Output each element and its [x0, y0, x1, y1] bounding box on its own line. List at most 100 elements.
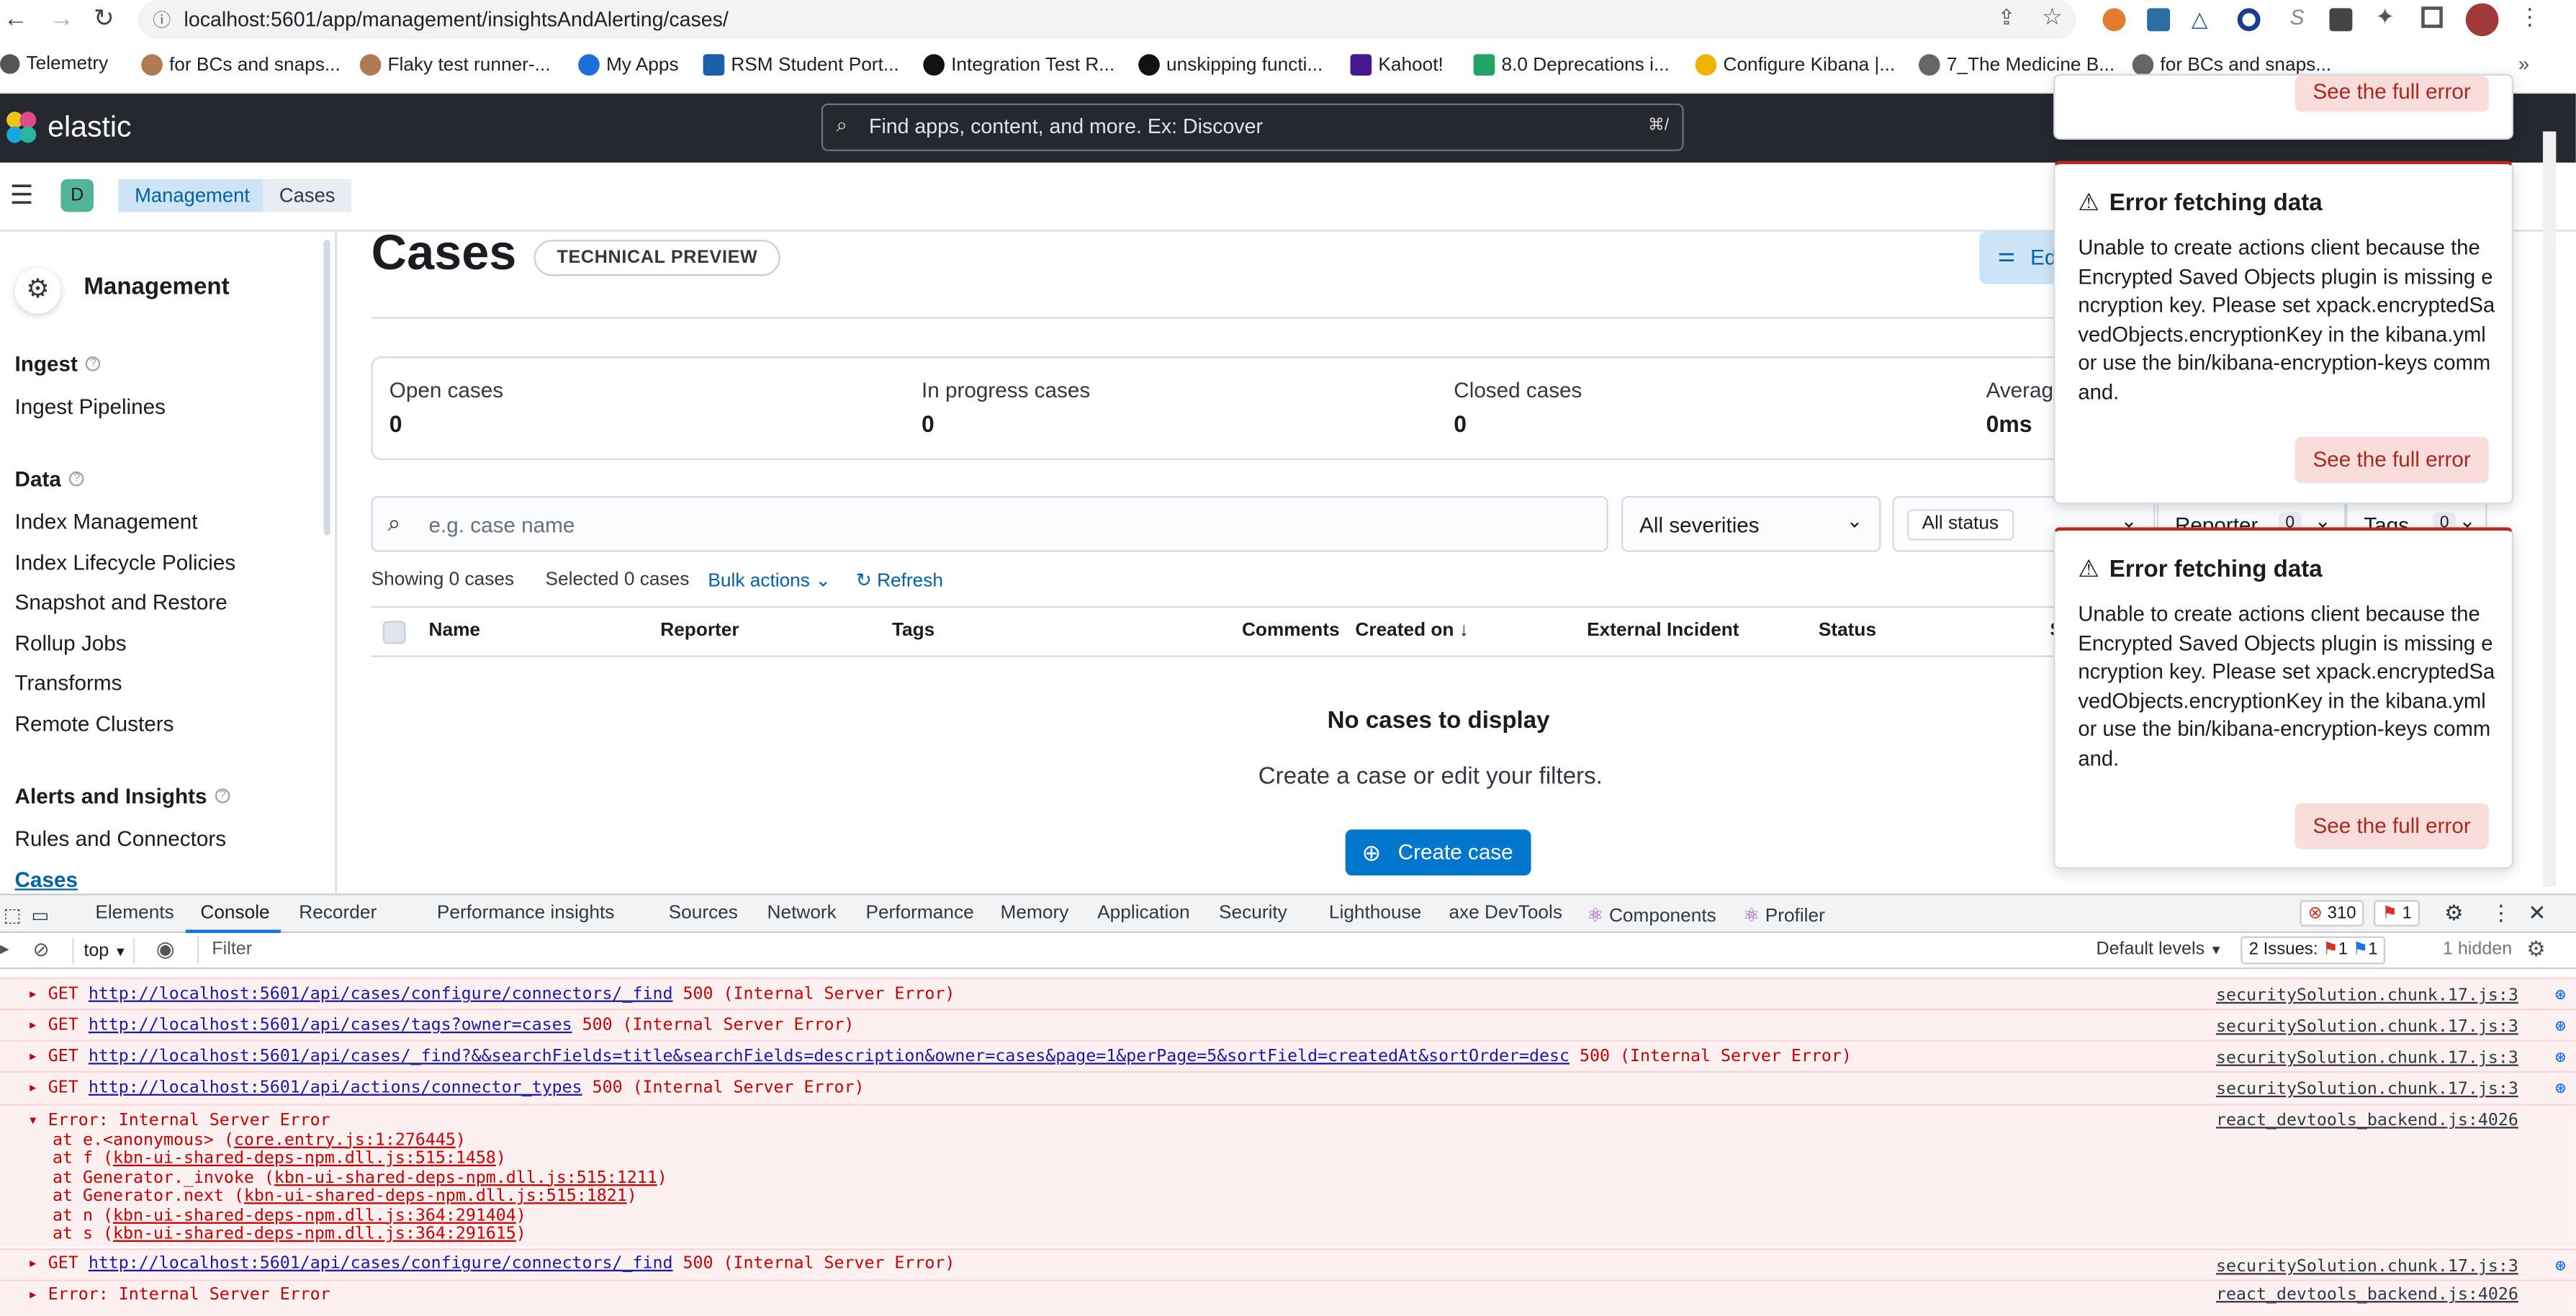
- stack-frame-link[interactable]: kbn-ui-shared-deps-npm.dll.js:364:291615: [113, 1225, 516, 1243]
- tab-elements[interactable]: Elements: [95, 903, 174, 923]
- sidebar-item-cases[interactable]: Cases: [15, 867, 78, 892]
- sidebar-item-index-management[interactable]: Index Management: [15, 509, 198, 533]
- info-icon[interactable]: ⓘ: [153, 6, 171, 33]
- sidebar-scrollbar[interactable]: [323, 240, 330, 536]
- sidebar-item-remote-clusters[interactable]: Remote Clusters: [15, 711, 174, 736]
- select-all-checkbox[interactable]: [382, 621, 406, 644]
- sidebar-item-ingest-pipelines[interactable]: Ingest Pipelines: [15, 395, 166, 419]
- devtools-extension-icon[interactable]: [2329, 8, 2353, 32]
- console-settings-gear-icon[interactable]: ⚙: [2526, 937, 2546, 963]
- help-icon[interactable]: ?: [86, 356, 101, 371]
- column-status[interactable]: Status: [1819, 621, 1876, 640]
- page-scrollbar[interactable]: [2543, 131, 2557, 888]
- network-icon[interactable]: ⊛: [2555, 1015, 2566, 1037]
- device-toggle-icon[interactable]: ▭: [31, 903, 49, 926]
- source-link[interactable]: securitySolution.chunk.17.js:3: [2216, 987, 2518, 1005]
- triangle-extension-icon[interactable]: △: [2192, 6, 2208, 33]
- console-log-row[interactable]: ▸ GET http://localhost:5601/api/cases/co…: [0, 1248, 2576, 1280]
- forward-icon[interactable]: →: [49, 5, 73, 33]
- console-log-row[interactable]: ▸ GET http://localhost:5601/api/actions/…: [0, 1071, 2576, 1104]
- column-name[interactable]: Name: [429, 621, 480, 640]
- tab-network[interactable]: Network: [767, 903, 837, 923]
- sidebar-item-snapshot-and-restore[interactable]: Snapshot and Restore: [15, 590, 228, 614]
- elastic-logo-icon[interactable]: [4, 110, 40, 146]
- column-external-incident[interactable]: External Incident: [1587, 621, 1739, 640]
- bookmark-item[interactable]: RSM Student Port...: [703, 54, 899, 76]
- tab-console[interactable]: Console: [200, 903, 269, 923]
- address-bar[interactable]: ⓘ localhost:5601/app/management/insights…: [138, 0, 2077, 40]
- tab-recorder[interactable]: Recorder: [299, 903, 377, 923]
- request-url-link[interactable]: http://localhost:5601/api/cases/configur…: [89, 1255, 673, 1273]
- circle-extension-icon[interactable]: [2237, 8, 2261, 32]
- breadcrumb-management[interactable]: Management: [118, 179, 266, 212]
- bookmarks-overflow-icon[interactable]: »: [2518, 53, 2529, 76]
- console-error-stack[interactable]: ▾ Error: Internal Server Error react_dev…: [0, 1104, 2576, 1247]
- bookmark-item[interactable]: unskipping functi...: [1138, 54, 1323, 76]
- bookmark-item[interactable]: Configure Kibana |...: [1695, 54, 1895, 76]
- bookmark-item[interactable]: Integration Test R...: [923, 54, 1114, 76]
- puzzle-icon[interactable]: ✦: [2375, 4, 2395, 32]
- share-icon[interactable]: ⇪: [1998, 5, 2016, 32]
- network-icon[interactable]: ⊛: [2555, 1078, 2566, 1099]
- request-url-link[interactable]: http://localhost:5601/api/cases/configur…: [89, 986, 673, 1004]
- column-created-on[interactable]: Created on ↓: [1355, 621, 1469, 640]
- console-log-row[interactable]: ▸ GET http://localhost:5601/api/cases/ta…: [0, 1008, 2576, 1040]
- console-error-row[interactable]: ▸ Error: Internal Server Error react_dev…: [0, 1279, 2576, 1316]
- s-extension-icon[interactable]: S: [2290, 5, 2305, 30]
- bookmark-item[interactable]: 8.0 Deprecations i...: [1473, 54, 1670, 76]
- bookmark-item[interactable]: Flaky test runner-...: [359, 54, 551, 76]
- console-log-row[interactable]: ▸ GET http://localhost:5601/api/cases/co…: [0, 977, 2576, 1009]
- source-link[interactable]: securitySolution.chunk.17.js:3: [2216, 1081, 2518, 1099]
- bookmark-item[interactable]: Telemetry: [0, 54, 108, 74]
- sidebar-item-rules-and-connectors[interactable]: Rules and Connectors: [15, 826, 227, 851]
- see-full-error-button[interactable]: See the full error: [2294, 803, 2489, 849]
- tab-lighthouse[interactable]: Lighthouse: [1329, 903, 1421, 923]
- source-link[interactable]: securitySolution.chunk.17.js:3: [2216, 1019, 2518, 1037]
- stack-frame-link[interactable]: kbn-ui-shared-deps-npm.dll.js:515:1821: [244, 1188, 627, 1206]
- profile-avatar[interactable]: [2465, 3, 2499, 37]
- bookmark-item[interactable]: for BCs and snaps...: [2132, 54, 2331, 76]
- error-counter[interactable]: ⊗ 310: [2300, 900, 2364, 927]
- request-url-link[interactable]: http://localhost:5601/api/actions/connec…: [89, 1079, 582, 1097]
- react-extension-icon[interactable]: [2147, 8, 2171, 32]
- bookmark-item[interactable]: 7_The Medicine B...: [1919, 54, 2115, 76]
- severity-filter-select[interactable]: All severities ⌄: [1621, 496, 1881, 552]
- column-reporter[interactable]: Reporter: [660, 621, 739, 640]
- source-link[interactable]: securitySolution.chunk.17.js:3: [2216, 1050, 2518, 1068]
- sidepanel-icon[interactable]: [2421, 6, 2443, 28]
- network-icon[interactable]: ⊛: [2555, 1046, 2566, 1068]
- devtools-menu-icon[interactable]: ⋮: [2490, 900, 2512, 927]
- reload-icon[interactable]: ↻: [94, 4, 114, 33]
- stack-frame-link[interactable]: core.entry.js:1:276445: [234, 1131, 456, 1149]
- request-url-link[interactable]: http://localhost:5601/api/cases/tags?own…: [89, 1017, 572, 1035]
- tab-sources[interactable]: Sources: [669, 903, 738, 923]
- tab-profiler[interactable]: ⚛ Profiler: [1743, 903, 1825, 926]
- tab-application[interactable]: Application: [1097, 903, 1189, 923]
- tab-performance-insights[interactable]: Performance insights: [437, 903, 614, 923]
- bookmark-item[interactable]: Kahoot!: [1350, 54, 1444, 76]
- request-url-link[interactable]: http://localhost:5601/api/cases/_find?&&…: [89, 1048, 1570, 1066]
- tab-security[interactable]: Security: [1219, 903, 1287, 923]
- inspect-icon[interactable]: ⬚: [4, 903, 22, 926]
- sidebar-toggle-icon[interactable]: ▸: [0, 938, 9, 959]
- stack-frame-link[interactable]: kbn-ui-shared-deps-npm.dll.js:364:291404: [113, 1207, 516, 1225]
- log-levels-dropdown[interactable]: Default levels ▼: [2096, 939, 2223, 959]
- kebab-menu-icon[interactable]: ⋮: [2518, 4, 2541, 32]
- source-link[interactable]: securitySolution.chunk.17.js:3: [2216, 1258, 2518, 1276]
- sidebar-item-rollup-jobs[interactable]: Rollup Jobs: [15, 631, 127, 655]
- star-icon[interactable]: ☆: [2042, 4, 2063, 32]
- eye-icon[interactable]: ◉: [156, 937, 175, 963]
- see-full-error-button[interactable]: See the full error: [2294, 436, 2489, 483]
- tab-components[interactable]: ⚛ Components: [1587, 903, 1716, 926]
- bookmark-item[interactable]: for BCs and snaps...: [141, 54, 341, 76]
- refresh-button[interactable]: ↻ Refresh: [856, 568, 943, 591]
- tab-axe-devtools[interactable]: axe DevTools: [1449, 903, 1562, 923]
- console-filter-input[interactable]: Filter: [197, 936, 2079, 965]
- extension-icon[interactable]: [2102, 8, 2126, 32]
- source-link[interactable]: react_devtools_backend.js:4026: [2216, 1286, 2518, 1304]
- bookmark-item[interactable]: My Apps: [578, 54, 679, 76]
- sidebar-item-index-lifecycle-policies[interactable]: Index Lifecycle Policies: [15, 550, 236, 574]
- space-avatar[interactable]: D: [60, 179, 94, 212]
- sidebar-item-transforms[interactable]: Transforms: [15, 670, 122, 695]
- tab-memory[interactable]: Memory: [1001, 903, 1069, 923]
